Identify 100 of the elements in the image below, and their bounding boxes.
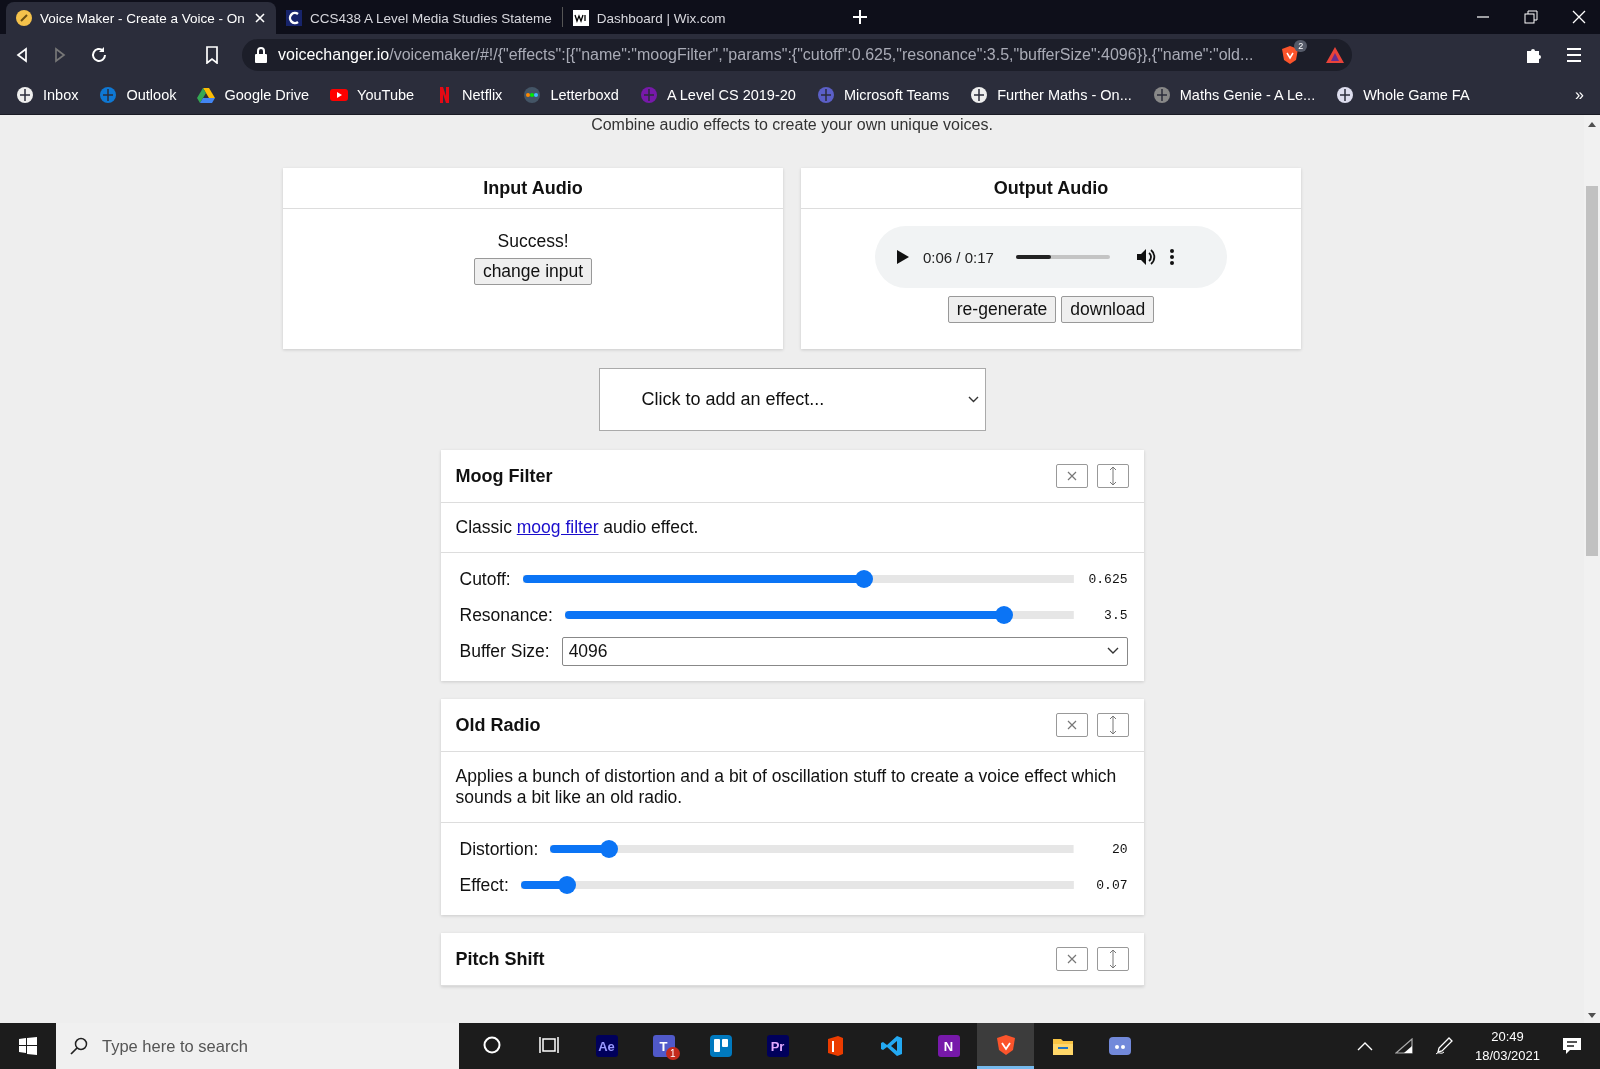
bookmark[interactable]: Netflix bbox=[435, 86, 503, 104]
app-icon: Pr bbox=[766, 1035, 789, 1057]
play-icon[interactable] bbox=[897, 250, 909, 264]
notification-badge: 1 bbox=[666, 1047, 680, 1060]
tab-favicon bbox=[572, 10, 589, 26]
vertical-arrow-icon bbox=[1107, 949, 1118, 969]
lion-shield-icon bbox=[994, 1033, 1017, 1056]
taskbar-app[interactable]: Ae bbox=[578, 1023, 635, 1069]
taskbar-app[interactable]: N bbox=[920, 1023, 977, 1069]
page-subtitle: Combine audio effects to create your own unique voices. bbox=[591, 116, 993, 134]
bookmark[interactable]: Further Maths - On... bbox=[970, 86, 1132, 104]
move-button[interactable] bbox=[1096, 713, 1129, 737]
menu-icon[interactable] bbox=[1566, 47, 1582, 63]
bookmark-favicon bbox=[816, 86, 835, 104]
tab-favicon bbox=[286, 10, 302, 26]
change-input-button[interactable]: change input bbox=[473, 258, 593, 285]
effect-title: Moog Filter bbox=[455, 465, 554, 487]
bookmark[interactable]: Outlook bbox=[99, 86, 177, 104]
bookmark-icon[interactable] bbox=[204, 46, 220, 64]
bookmark-favicon bbox=[16, 86, 34, 104]
bookmark[interactable]: Google Drive bbox=[197, 86, 310, 104]
more-options-icon[interactable] bbox=[1169, 249, 1174, 265]
effect-description: Applies a bunch of distortion and a bit of oscillation stuff to create a voice effect which sounds a bit like an old radio. bbox=[440, 752, 1144, 823]
chevron-down-icon bbox=[967, 396, 979, 403]
bookmark-favicon bbox=[639, 86, 658, 104]
forward-icon[interactable] bbox=[52, 47, 68, 63]
chat-app-icon bbox=[1108, 1035, 1131, 1057]
close-icon[interactable] bbox=[1572, 10, 1586, 24]
close-icon bbox=[1066, 720, 1077, 730]
url-text: voicechanger.io/voicemaker/#!/{"effects":[{"name":"moogFilter","params":{"cutoff":0.625,"resonance":3.5,"bufferSize":4096}},{"name":"old... bbox=[278, 46, 1254, 64]
remove-button[interactable] bbox=[1055, 713, 1088, 737]
text-link[interactable]: moog filter bbox=[516, 517, 599, 537]
slider-value: 0.07 bbox=[1095, 877, 1128, 893]
bookmark-favicon bbox=[330, 86, 349, 104]
taskbar-app[interactable]: Pr bbox=[749, 1023, 806, 1069]
bookmark[interactable]: Microsoft Teams bbox=[816, 86, 950, 104]
status-text: Success! bbox=[497, 231, 569, 252]
network-icon[interactable] bbox=[1394, 1038, 1413, 1054]
bookmark[interactable]: Whole Game FA bbox=[1336, 86, 1470, 104]
bookmark[interactable]: Maths Genie - A Le... bbox=[1152, 86, 1316, 104]
card-title: Input Audio bbox=[283, 168, 783, 209]
param-label: Distortion: bbox=[459, 838, 539, 860]
bookmark[interactable]: Letterboxd bbox=[523, 86, 619, 104]
vertical-arrow-icon bbox=[1107, 715, 1118, 735]
notification-icon[interactable] bbox=[1562, 1037, 1582, 1055]
bookmark-favicon bbox=[197, 86, 216, 104]
effect-description: Classic moog filter audio effect. bbox=[440, 503, 1144, 553]
browser-tab[interactable]: Voice Maker - Create a Voice - On bbox=[6, 2, 276, 34]
slider-thumb[interactable] bbox=[600, 840, 619, 858]
remove-button[interactable] bbox=[1055, 464, 1088, 488]
new-tab-icon[interactable] bbox=[850, 8, 869, 26]
app-icon: N bbox=[937, 1035, 960, 1057]
app-icon: Ae bbox=[595, 1035, 618, 1057]
lion-shield-icon[interactable] bbox=[1281, 45, 1300, 65]
search-field[interactable]: Type here to search bbox=[56, 1023, 459, 1069]
effect-title: Pitch Shift bbox=[455, 948, 546, 970]
slider-thumb[interactable] bbox=[557, 876, 576, 894]
slider-thumb[interactable] bbox=[994, 606, 1013, 624]
move-button[interactable] bbox=[1096, 464, 1129, 488]
restore-icon[interactable] bbox=[1524, 10, 1538, 24]
bookmark[interactable]: A Level CS 2019-20 bbox=[639, 86, 796, 104]
slider-thumb[interactable] bbox=[855, 570, 874, 588]
remove-button[interactable] bbox=[1055, 947, 1088, 971]
bookmark-favicon bbox=[523, 86, 542, 104]
vertical-arrow-icon bbox=[1107, 466, 1118, 486]
effect-dropdown[interactable]: Click to add an effect... bbox=[598, 368, 986, 431]
slider-value: 20 bbox=[1110, 841, 1128, 857]
param-label: Effect: bbox=[459, 874, 509, 896]
address-bar[interactable]: voicechanger.io/voicemaker/#!/{"effects":[{"name":"moogFilter","params":{"cutoff":0.625,"resonance":3.5,"bufferSize":4096}},{"name":"old... 2 bbox=[242, 39, 1352, 71]
triangle-icon[interactable] bbox=[1325, 46, 1346, 64]
progress-bar[interactable] bbox=[1015, 255, 1110, 259]
bookmark-favicon bbox=[99, 86, 118, 104]
card-title: Output Audio bbox=[801, 168, 1301, 209]
reload-icon[interactable] bbox=[90, 46, 108, 64]
download-button[interactable]: download bbox=[1061, 296, 1155, 323]
volume-icon[interactable] bbox=[1135, 248, 1156, 266]
slider-value: 0.625 bbox=[1087, 571, 1128, 587]
clock[interactable]: 20:49 18/03/2021 bbox=[1474, 1027, 1540, 1065]
browser-tab[interactable]: CCS438 A Level Media Studies Stateme bbox=[276, 2, 562, 34]
close-icon[interactable] bbox=[254, 12, 266, 24]
pen-icon[interactable] bbox=[1434, 1037, 1453, 1055]
lock-icon bbox=[254, 47, 268, 63]
more-bookmarks[interactable]: » bbox=[1575, 86, 1584, 104]
start-icon[interactable] bbox=[19, 1037, 37, 1055]
scroll-up-icon bbox=[1588, 121, 1596, 127]
close-icon bbox=[1066, 954, 1077, 964]
move-button[interactable] bbox=[1096, 947, 1129, 971]
chevron-down-icon bbox=[1106, 647, 1119, 655]
effect-title: Old Radio bbox=[455, 714, 542, 736]
bookmark[interactable]: Inbox bbox=[16, 86, 79, 104]
slider-value: 3.5 bbox=[1103, 607, 1128, 623]
param-label: Resonance: bbox=[459, 604, 553, 626]
playback-time: 0:06 / 0:17 bbox=[923, 248, 994, 266]
code-editor-icon bbox=[880, 1035, 903, 1057]
back-icon[interactable] bbox=[14, 47, 30, 63]
dropdown[interactable]: 4096 bbox=[561, 636, 1128, 666]
chevron-up-icon[interactable] bbox=[1356, 1041, 1373, 1051]
bookmark[interactable]: YouTube bbox=[330, 86, 415, 104]
browser-tab[interactable]: Dashboard | Wix.com bbox=[562, 2, 833, 34]
regenerate-button[interactable]: re-generate bbox=[947, 296, 1057, 323]
